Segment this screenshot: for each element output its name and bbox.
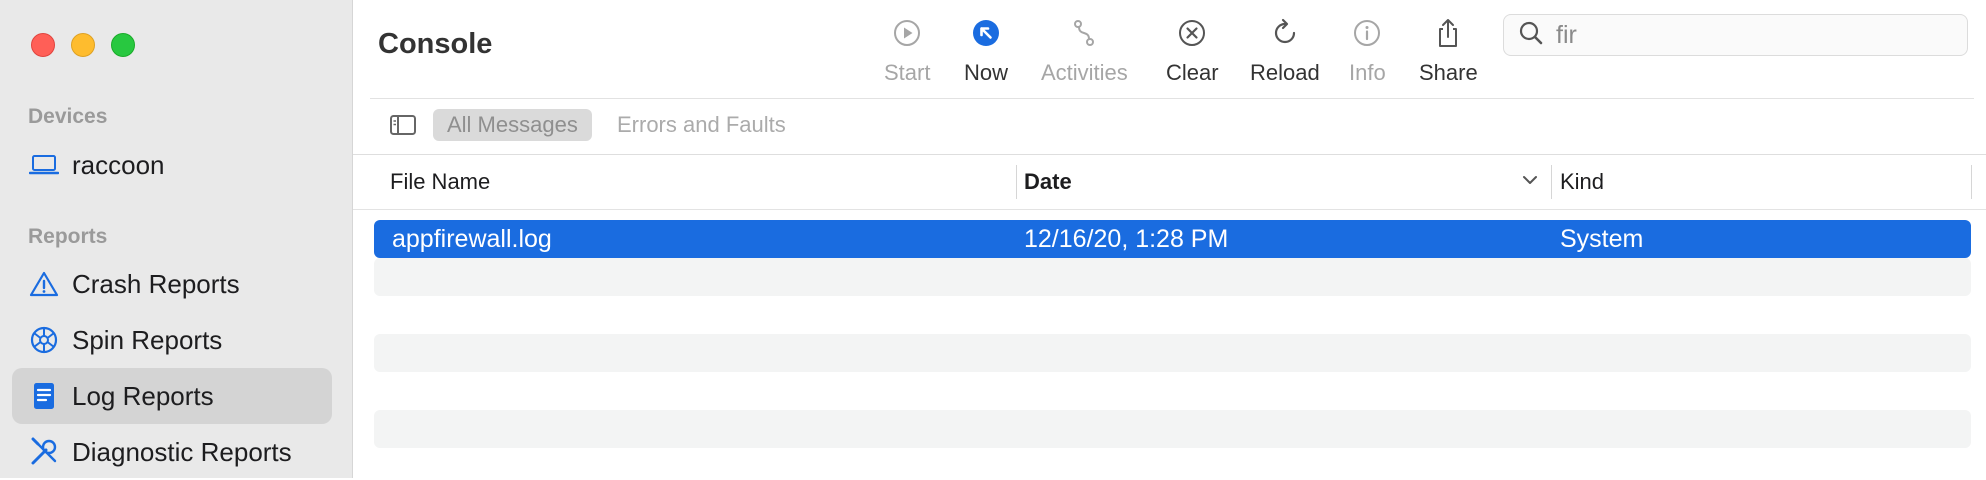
cell-file-name: appfirewall.log: [392, 225, 552, 253]
filter-errors-and-faults[interactable]: Errors and Faults: [617, 109, 786, 141]
info-circle-icon: [1350, 16, 1384, 50]
reload-button[interactable]: Reload: [1250, 16, 1320, 86]
sidebar-item-spin-reports[interactable]: Spin Reports: [12, 312, 332, 368]
now-button[interactable]: Now: [964, 16, 1008, 86]
search-field[interactable]: [1503, 14, 1968, 56]
filter-all-messages[interactable]: All Messages: [433, 109, 592, 141]
search-input[interactable]: [1554, 19, 1938, 51]
activities-button[interactable]: Activities: [1041, 16, 1128, 86]
section-title-devices: Devices: [28, 105, 108, 128]
sidebar-item-label: Spin Reports: [72, 324, 223, 355]
sidebar-item-label: Crash Reports: [72, 268, 240, 299]
sidebar: Devices raccoon Reports Crash Reports Sp…: [0, 0, 353, 478]
search-icon: [1518, 20, 1544, 51]
zoom-window-button[interactable]: [111, 33, 135, 57]
cell-date: 12/16/20, 1:28 PM: [1024, 225, 1229, 253]
column-separator[interactable]: [1551, 165, 1552, 199]
page-title: Console: [378, 28, 493, 60]
start-label: Start: [884, 60, 931, 85]
table-row[interactable]: appfirewall.log 12/16/20, 1:28 PM System: [374, 220, 1971, 258]
now-arrow-icon: [969, 16, 1003, 50]
table-row-empty: [374, 258, 1971, 296]
column-separator[interactable]: [1016, 165, 1017, 199]
sidebar-item-diagnostic-reports[interactable]: Diagnostic Reports: [12, 424, 332, 480]
sidebar-item-label: raccoon: [72, 149, 165, 180]
sidebar-item-raccoon[interactable]: raccoon: [12, 137, 332, 193]
table-header: File Name Date Kind: [353, 155, 1986, 209]
share-button[interactable]: Share: [1419, 16, 1478, 86]
column-separator[interactable]: [1971, 165, 1972, 199]
warning-triangle-icon: [28, 268, 60, 300]
wrench-screwdriver-icon: [28, 436, 60, 468]
laptop-icon: [28, 149, 60, 181]
document-icon: [28, 380, 60, 412]
cell-kind: System: [1560, 225, 1644, 253]
start-button[interactable]: Start: [884, 16, 930, 86]
share-label: Share: [1419, 60, 1478, 85]
now-label: Now: [964, 60, 1009, 85]
main-pane: Console Start Now Activities Clear Reloa…: [353, 0, 1986, 478]
sidebar-toggle-icon[interactable]: [389, 113, 417, 142]
activities-label: Activities: [1041, 60, 1128, 85]
close-window-button[interactable]: [31, 33, 55, 57]
share-icon: [1431, 16, 1465, 50]
reload-icon: [1268, 16, 1302, 50]
sidebar-item-label: Diagnostic Reports: [72, 436, 292, 467]
clear-label: Clear: [1166, 60, 1219, 85]
table-row-empty: [374, 334, 1971, 372]
clear-button[interactable]: Clear: [1166, 16, 1219, 86]
info-label: Info: [1349, 60, 1386, 85]
column-header-file-name[interactable]: File Name: [390, 169, 490, 195]
sidebar-item-label: Log Reports: [72, 380, 214, 411]
activities-icon: [1067, 16, 1101, 50]
play-circle-icon: [890, 16, 924, 50]
minimize-window-button[interactable]: [71, 33, 95, 57]
sidebar-item-crash-reports[interactable]: Crash Reports: [12, 256, 332, 312]
clear-x-circle-icon: [1175, 16, 1209, 50]
header-bottom-divider: [353, 209, 1986, 210]
filter-bar: All Messages Errors and Faults: [353, 99, 1986, 154]
info-button[interactable]: Info: [1349, 16, 1386, 86]
column-header-kind[interactable]: Kind: [1560, 169, 1604, 195]
section-title-reports: Reports: [28, 225, 108, 248]
spin-wheel-icon: [28, 324, 60, 356]
table-row-empty: [374, 410, 1971, 448]
reload-label: Reload: [1250, 60, 1320, 85]
column-header-date[interactable]: Date: [1024, 169, 1072, 195]
sidebar-item-log-reports[interactable]: Log Reports: [12, 368, 332, 424]
sort-chevron-down-icon[interactable]: [1522, 173, 1538, 191]
